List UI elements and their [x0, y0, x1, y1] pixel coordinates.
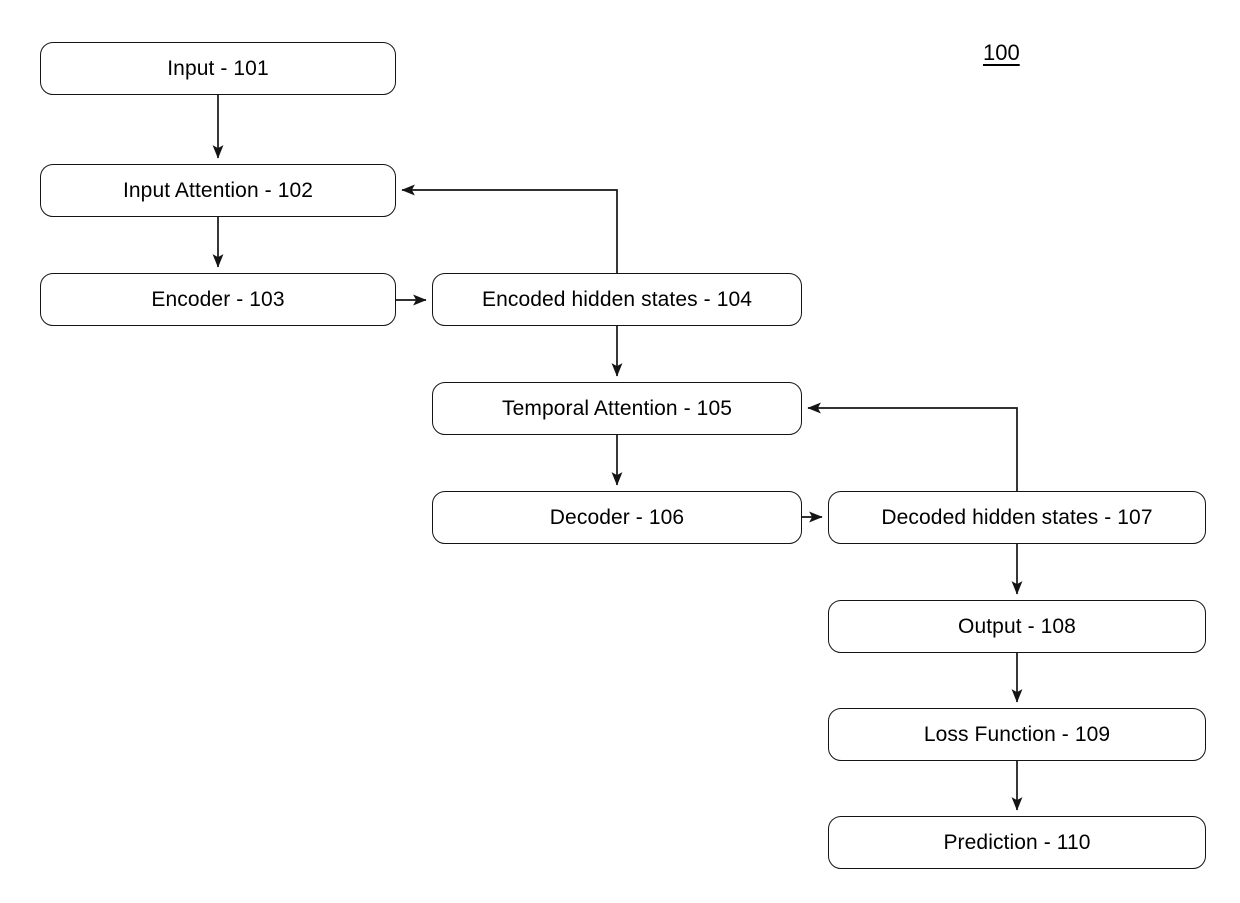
figure-number-label: 100: [983, 40, 1020, 65]
node-label-encoded-hidden-states-104: Encoded hidden states - 104: [481, 288, 753, 311]
node-decoder-106[interactable]: Decoder - 106: [432, 491, 802, 544]
node-label-output-108: Output - 108: [958, 615, 1076, 638]
connector-layer: [212, 95, 1023, 811]
node-temporal-attention-105[interactable]: Temporal Attention - 105: [432, 382, 802, 435]
node-label-decoder-106: Decoder - 106: [549, 506, 685, 529]
node-label-input-101: Input - 101: [167, 57, 269, 80]
node-encoder-103[interactable]: Encoder - 103: [40, 273, 396, 326]
node-label-input-attention-102: Input Attention - 102: [122, 179, 314, 202]
node-label-temporal-attention-105: Temporal Attention - 105: [501, 397, 733, 420]
node-prediction-110[interactable]: Prediction - 110: [828, 816, 1206, 869]
node-label-prediction-110: Prediction - 110: [943, 831, 1091, 854]
node-label-decoded-hidden-states-107: Decoded hidden states - 107: [881, 506, 1153, 529]
node-output-108[interactable]: Output - 108: [828, 600, 1206, 653]
node-encoded-hidden-states-104[interactable]: Encoded hidden states - 104: [432, 273, 802, 326]
edge-104-to-102-feedback: [401, 184, 618, 273]
node-label-loss-function-109: Loss Function - 109: [923, 723, 1111, 746]
node-decoded-hidden-states-107[interactable]: Decoded hidden states - 107: [828, 491, 1206, 544]
diagram-canvas: 100 Input - 101 Input Attention - 102 En…: [0, 0, 1240, 903]
node-loss-function-109[interactable]: Loss Function - 109: [828, 708, 1206, 761]
node-input-attention-102[interactable]: Input Attention - 102: [40, 164, 396, 217]
node-input-101[interactable]: Input - 101: [40, 42, 396, 95]
edge-107-to-105-feedback: [807, 402, 1018, 491]
node-label-encoder-103: Encoder - 103: [151, 288, 285, 311]
